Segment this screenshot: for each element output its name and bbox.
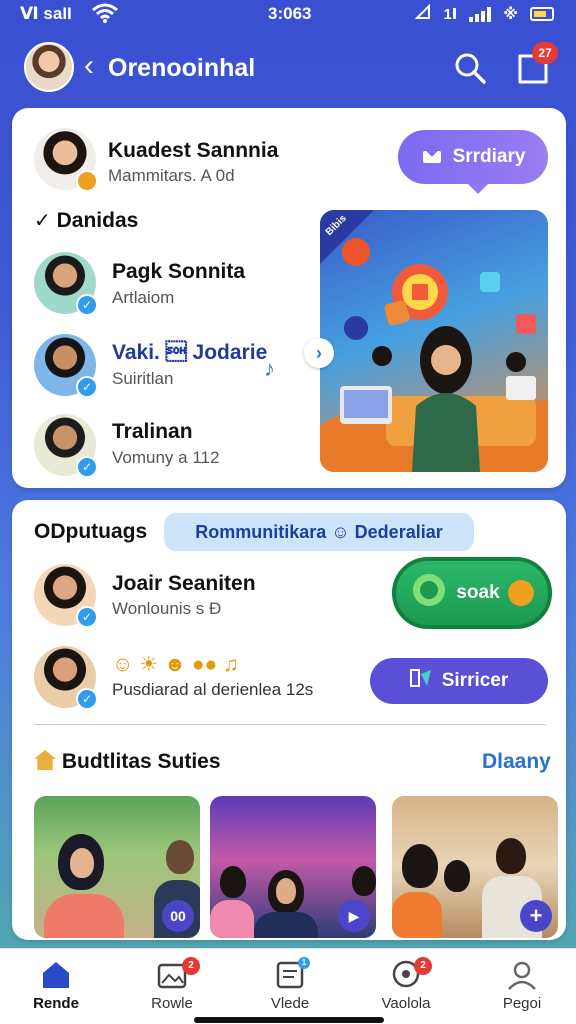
bluetooth-icon: ※: [503, 6, 518, 23]
contact-name[interactable]: Pagk Sonnita: [112, 260, 245, 284]
gold-badge-icon: [76, 170, 98, 192]
section-title: ODputuags: [34, 520, 148, 543]
back-button[interactable]: ‹: [84, 48, 94, 84]
download-icon: [421, 143, 443, 171]
promo-banner[interactable]: Bibis: [320, 210, 548, 472]
bottom-nav: Rende 2 Rowle 1 Vlede 2 Vaolola Pegoi: [0, 948, 576, 1024]
nav-label: Rende: [33, 995, 79, 1012]
contact-subtitle: Suiritlan: [112, 369, 174, 388]
home-indicator: [194, 1017, 384, 1023]
music-note-icon: ♪: [264, 356, 275, 381]
chat-bubble-icon: [410, 571, 448, 615]
check-icon: ✓: [34, 210, 51, 232]
share-button[interactable]: Sirricer: [370, 658, 548, 704]
house-icon: [34, 750, 56, 770]
add-icon: +: [520, 900, 552, 932]
nav-label: Vaolola: [381, 995, 431, 1012]
member-name[interactable]: Joair Seaniten: [112, 572, 256, 596]
member-subtitle: Pusdiarad al derienlea 12s: [112, 680, 314, 699]
status-icons: 1Ⅰ ※: [415, 3, 554, 24]
app-header: ‹ Orenooinhal: [0, 30, 576, 106]
nav-profile[interactable]: Pegoi: [472, 949, 572, 1024]
profile-icon: [506, 959, 538, 991]
verified-icon: ✓: [76, 294, 98, 316]
nav-label: Vlede: [270, 995, 310, 1012]
nav-rowle[interactable]: 2 Rowle: [122, 949, 222, 1024]
suggestions-title: Budtlitas Suties: [34, 750, 221, 774]
emoji-row: ☺ ☀ ☻ ●● ♫: [112, 653, 239, 676]
signal-icon: [415, 3, 431, 24]
member-subtitle: Wonlounis s Ɖ: [112, 599, 222, 618]
chat-button-label: soak: [456, 582, 500, 603]
signal-text: 1Ⅰ: [443, 6, 458, 23]
nav-home[interactable]: Rende: [6, 949, 106, 1024]
see-all-link[interactable]: Dlaany: [482, 750, 551, 774]
suggestion-thumbnail[interactable]: +: [392, 796, 558, 938]
play-icon: ▶: [338, 900, 370, 932]
nav-vlede[interactable]: 1 Vlede: [240, 949, 340, 1024]
status-bar: Ⅵ saII 3:063 1Ⅰ ※: [0, 0, 576, 30]
suggestion-thumbnail[interactable]: ▶: [210, 796, 376, 938]
section-title: ✓ Danidas: [34, 208, 138, 233]
emoji-icon: [507, 580, 534, 606]
suggestion-thumbnail[interactable]: 00: [34, 796, 200, 938]
study-button[interactable]: Srrdiary: [398, 130, 548, 194]
suggestions-title-text: Budtlitas Suties: [61, 750, 221, 773]
nav-badge: 1: [298, 957, 310, 969]
section-title-text: Danidas: [56, 209, 139, 232]
home-icon: [40, 959, 72, 991]
wifi-icon: [92, 2, 118, 29]
profile-subtitle: Mammitars. A 0d: [108, 166, 235, 185]
page-title: Orenooinhal: [108, 54, 256, 82]
verified-icon: ✓: [76, 606, 98, 628]
search-icon[interactable]: [452, 50, 488, 86]
nav-badge: 2: [182, 957, 200, 975]
nav-label: Pegoi: [502, 995, 542, 1012]
study-button-label: Srrdiary: [452, 146, 526, 167]
verified-icon: ✓: [76, 688, 98, 710]
notification-badge: 27: [532, 42, 558, 64]
chat-button[interactable]: soak: [392, 557, 552, 629]
verified-icon: ✓: [76, 376, 98, 398]
verified-icon: ✓: [76, 456, 98, 478]
nav-label: Rowle: [151, 995, 193, 1012]
profile-name: Kuadest Sannnia: [108, 139, 279, 162]
contact-subtitle: Vomuny a 112: [112, 448, 220, 467]
user-avatar[interactable]: [24, 42, 74, 92]
share-button-label: Sirricer: [441, 670, 509, 691]
community-chip[interactable]: Rommunitikara ☺ Dederaliar: [164, 513, 474, 551]
chevron-right-icon[interactable]: ›: [304, 338, 334, 368]
contact-name[interactable]: Tralinan: [112, 420, 193, 444]
clock: 3:063: [268, 4, 312, 23]
contact-subtitle: Artlaiom: [112, 288, 175, 307]
share-icon: [409, 668, 432, 694]
nav-vaolola[interactable]: 2 Vaolola: [356, 949, 456, 1024]
carrier-label: Ⅵ saII: [20, 4, 72, 23]
contact-name[interactable]: Vaki.  Jodarie: [112, 341, 267, 365]
cell-signal-icon: [469, 6, 492, 22]
divider: [34, 724, 546, 725]
nav-badge: 2: [414, 957, 432, 975]
battery-icon: [530, 7, 554, 21]
promo-illustration: [320, 238, 548, 472]
thumbnail-badge: 00: [162, 900, 194, 932]
